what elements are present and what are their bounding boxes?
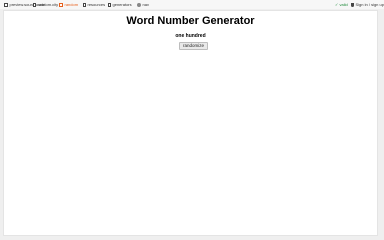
nav-item-nav[interactable]: nav	[137, 0, 149, 9]
nav-item-label: random	[64, 2, 79, 7]
document-icon	[33, 2, 36, 7]
validation-status-text: ✓ valid	[335, 2, 348, 7]
randomize-button[interactable]: randomize	[179, 42, 208, 50]
top-nav-bar: preview.sourcecode random.city random re…	[0, 0, 384, 9]
nav-item-random[interactable]: random	[59, 0, 78, 9]
signin-label: Sign in / sign up	[355, 2, 384, 7]
nav-item-label: generators	[112, 2, 132, 7]
document-icon	[83, 2, 86, 7]
validation-status: ✓ valid	[335, 0, 348, 9]
nav-item-generators[interactable]: generators	[108, 0, 132, 9]
nav-item-city[interactable]: random.city	[33, 0, 58, 9]
nav-item-resources[interactable]: resources	[83, 0, 105, 9]
dice-icon	[59, 2, 63, 7]
window-icon	[4, 2, 8, 7]
main-content: Word Number Generator one hundred random…	[3, 10, 378, 236]
nav-item-label: random.city	[37, 2, 59, 7]
nav-item-label: nav	[142, 2, 149, 7]
globe-icon	[137, 2, 141, 7]
page-title: Word Number Generator	[126, 15, 255, 27]
document-icon	[108, 2, 111, 7]
user-icon	[351, 2, 354, 7]
signin-link[interactable]: Sign in / sign up	[351, 0, 384, 9]
nav-item-label: resources	[87, 2, 106, 7]
generated-number-words: one hundred	[175, 33, 206, 39]
